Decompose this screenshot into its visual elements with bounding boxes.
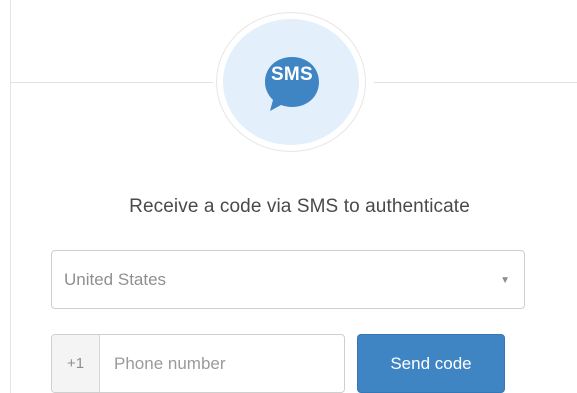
country-select[interactable]: United States ▼ bbox=[51, 250, 525, 309]
divider-right bbox=[374, 82, 577, 83]
send-code-button[interactable]: Send code bbox=[357, 334, 505, 393]
caret-down-icon: ▼ bbox=[500, 275, 510, 286]
sms-icon-ring: SMS bbox=[216, 12, 366, 152]
sms-icon-circle: SMS bbox=[223, 19, 359, 145]
divider-left bbox=[11, 82, 213, 83]
dial-code-prefix: +1 bbox=[52, 335, 100, 392]
sms-auth-panel: SMS Receive a code via SMS to authentica… bbox=[10, 0, 577, 393]
sms-auth-prompt: Receive a code via SMS to authenticate bbox=[129, 196, 470, 217]
phone-number-input[interactable] bbox=[101, 335, 344, 392]
sms-icon-label: SMS bbox=[270, 64, 314, 85]
phone-input-group: +1 bbox=[51, 334, 345, 393]
country-select-value: United States bbox=[64, 270, 167, 289]
